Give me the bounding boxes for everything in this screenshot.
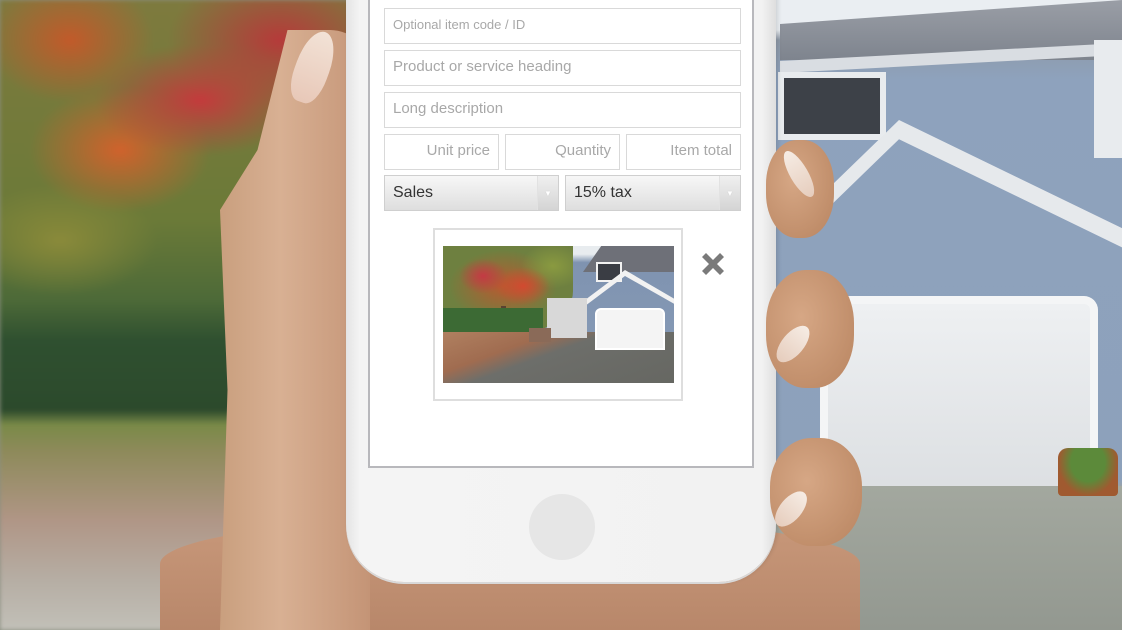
flower-planter — [1058, 448, 1118, 496]
house-window-edge — [1094, 40, 1122, 158]
quantity-input[interactable]: Quantity — [505, 134, 620, 170]
garage-door — [820, 296, 1098, 494]
item-code-input[interactable]: Optional item code / ID — [384, 8, 741, 44]
item-total-input[interactable]: Item total — [626, 134, 741, 170]
account-select[interactable]: Sales ▼ — [384, 175, 559, 211]
photo-steps — [529, 328, 551, 342]
attachment-thumbnail[interactable] — [443, 246, 674, 383]
home-button[interactable] — [529, 494, 595, 560]
finger-ring — [770, 438, 862, 546]
account-select-value: Sales — [393, 184, 434, 201]
chevron-down-icon[interactable]: ▼ — [719, 176, 740, 210]
tax-select[interactable]: 15% tax ▼ — [565, 175, 741, 211]
photo-garage-door — [595, 308, 665, 350]
house-window — [778, 72, 886, 140]
chevron-down-icon[interactable]: ▼ — [537, 176, 558, 210]
long-description-input[interactable]: Long description — [384, 92, 741, 128]
photo-porch — [547, 298, 587, 338]
finger-middle — [766, 270, 854, 388]
product-heading-input[interactable]: Product or service heading — [384, 50, 741, 86]
tax-select-value: 15% tax — [574, 184, 632, 201]
unit-price-input[interactable]: Unit price — [384, 134, 499, 170]
close-x-icon[interactable] — [697, 248, 729, 280]
photo-hedge — [443, 308, 543, 332]
